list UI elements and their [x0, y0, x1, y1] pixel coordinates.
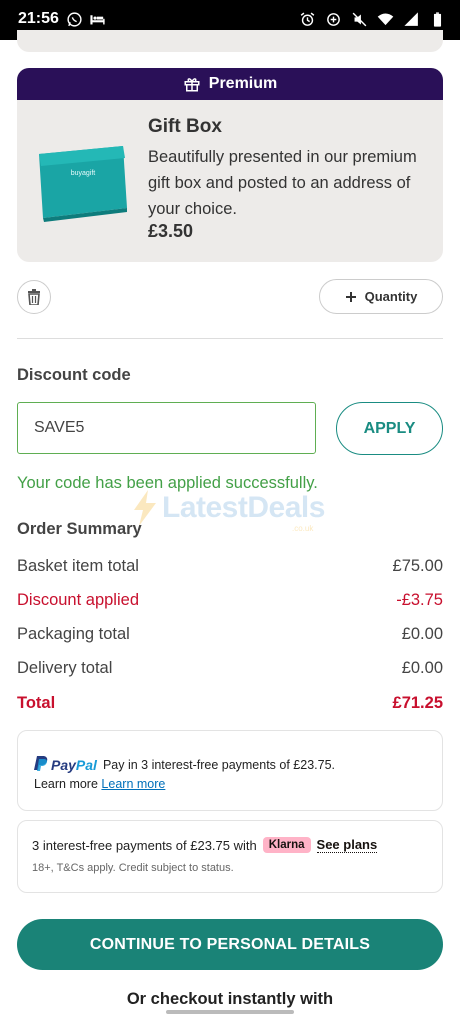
summary-row-delivery: Delivery total £0.00 — [17, 659, 443, 678]
summary-value: £0.00 — [401, 625, 443, 643]
summary-value: £75.00 — [392, 557, 443, 575]
paypal-p-icon — [34, 756, 48, 771]
previous-card — [17, 30, 443, 52]
premium-gift-box-card: Premium buyagift Gift Box Beautifully pr… — [17, 68, 443, 262]
wifi-icon — [377, 13, 394, 26]
apply-button[interactable]: APPLY — [336, 402, 443, 455]
discount-code-input[interactable] — [17, 402, 316, 454]
continue-to-personal-details-button[interactable]: CONTINUE TO PERSONAL DETAILS — [17, 919, 443, 970]
gift-icon — [184, 78, 200, 92]
paypal-brand-pay: Pay — [51, 756, 76, 773]
premium-label: Premium — [208, 75, 278, 92]
summary-row-basket: Basket item total £75.00 — [17, 557, 443, 576]
summary-label: Delivery total — [17, 659, 113, 677]
home-indicator[interactable] — [166, 1010, 294, 1014]
status-time: 21:56 — [18, 10, 59, 27]
or-checkout-instantly-text: Or checkout instantly with — [126, 990, 334, 1008]
gift-box-image: buyagift — [39, 146, 127, 222]
bed-icon — [90, 15, 105, 25]
data-saver-icon — [327, 13, 340, 26]
mute-icon — [352, 12, 367, 27]
discount-code-label: Discount code — [17, 366, 131, 384]
klarna-see-plans-link[interactable]: See plans — [316, 837, 378, 853]
summary-label: Basket item total — [17, 557, 139, 575]
summary-label: Discount applied — [17, 591, 139, 609]
summary-label: Packaging total — [17, 625, 130, 643]
product-description: Beautifully presented in our premium gif… — [148, 148, 417, 218]
paypal-learn-more-link[interactable]: Learn more — [101, 777, 165, 791]
watermark: LatestDeals .co.uk — [132, 490, 325, 533]
paypal-brand-pal: Pal — [75, 756, 97, 773]
watermark-sub: .co.uk — [292, 524, 314, 533]
summary-row-discount: Discount applied -£3.75 — [17, 591, 443, 610]
product-price: £3.50 — [148, 221, 194, 241]
box-brand: buyagift — [71, 170, 96, 177]
total-value: £71.25 — [392, 694, 443, 712]
alarm-icon — [300, 12, 315, 26]
summary-row-total: Total £71.25 — [17, 694, 443, 713]
summary-value: £0.00 — [401, 659, 443, 677]
total-label: Total — [17, 694, 56, 712]
divider — [17, 338, 443, 339]
quantity-button[interactable]: Quantity — [319, 279, 443, 314]
premium-header: Premium — [17, 68, 443, 100]
plus-icon — [345, 291, 356, 302]
klarna-box: 3 interest-free payments of £23.75 with … — [17, 820, 443, 893]
quantity-label: Quantity — [364, 289, 418, 304]
delete-item-button[interactable] — [17, 280, 51, 314]
paypal-logo: Pay Pal — [34, 756, 97, 773]
signal-icon — [404, 12, 418, 26]
klarna-message: 3 interest-free payments of £23.75 with — [32, 837, 257, 853]
watermark-text: LatestDeals — [162, 491, 325, 524]
paypal-learn-more-prefix: Learn more — [34, 777, 98, 791]
summary-row-packaging: Packaging total £0.00 — [17, 625, 443, 644]
order-summary-title: Order Summary — [17, 520, 142, 538]
klarna-disclaimer: 18+, T&Cs apply. Credit subject to statu… — [32, 862, 234, 874]
whatsapp-icon — [67, 12, 82, 27]
summary-value: -£3.75 — [396, 591, 443, 609]
klarna-badge: Klarna — [262, 837, 311, 853]
paypal-message: Pay in 3 interest-free payments of £23.7… — [102, 757, 336, 772]
product-title: Gift Box — [148, 116, 222, 137]
battery-icon — [433, 12, 442, 27]
trash-icon — [28, 289, 40, 305]
paypal-pay-in-3-box: Pay Pal Pay in 3 interest-free payments o… — [17, 730, 443, 811]
